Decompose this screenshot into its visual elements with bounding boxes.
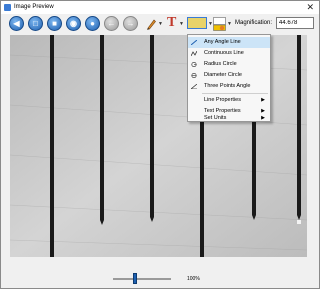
measure-menu: Any Angle Line Continuous Line Radius Ci… (187, 34, 271, 122)
menu-item-continuous-line[interactable]: Continuous Line (188, 48, 270, 59)
measure-tool-icon[interactable] (187, 17, 207, 29)
diameter-circle-icon (191, 73, 197, 78)
three-points-angle-icon (191, 84, 197, 89)
color-picker-icon[interactable] (213, 17, 226, 31)
magnification-label: Magnification: (235, 20, 273, 26)
radius-circle-icon (191, 62, 197, 67)
menu-item-three-points-angle[interactable]: Three Points Angle (188, 81, 270, 92)
open-icon[interactable]: □ (28, 16, 43, 31)
capture-icon[interactable]: ◉ (66, 16, 81, 31)
zoom-slider-track[interactable] (113, 278, 171, 280)
menu-item-line-properties[interactable]: Line Properties ▶ (188, 95, 270, 106)
pencil-icon[interactable] (146, 18, 156, 30)
continuous-line-icon (191, 51, 197, 56)
menu-separator (202, 93, 268, 94)
window-title: Image Preview (14, 4, 54, 10)
zoom-slider-thumb[interactable] (133, 273, 137, 284)
menu-item-set-units[interactable]: Set Units ▶ (188, 115, 270, 121)
menu-item-radius-circle[interactable]: Radius Circle (188, 59, 270, 70)
pencil-dropdown-icon[interactable]: ▼ (158, 21, 163, 27)
redo-icon[interactable]: → (123, 16, 138, 31)
title-bar: Image Preview ✕ (1, 1, 319, 14)
menu-item-diameter-circle[interactable]: Diameter Circle (188, 70, 270, 81)
rewind-icon[interactable]: ◀ (9, 16, 24, 31)
submenu-arrow-icon: ▶ (261, 97, 265, 103)
menu-item-any-angle-line[interactable]: Any Angle Line (188, 37, 270, 48)
close-icon[interactable]: ✕ (306, 2, 314, 12)
record-icon[interactable]: ● (85, 16, 100, 31)
text-tool-icon[interactable]: T (167, 15, 176, 31)
save-icon[interactable]: ■ (47, 16, 62, 31)
status-bar: 100% (1, 266, 319, 288)
magnification-input[interactable] (276, 17, 314, 29)
submenu-arrow-icon: ▶ (261, 115, 265, 121)
toolbar: ◀ □ ■ ◉ ● ← → ▼ T ▼ ▼ ▼ Magnification: (1, 14, 319, 34)
app-icon (4, 4, 11, 11)
zoom-level: 100% (187, 276, 200, 282)
undo-icon[interactable]: ← (104, 16, 119, 31)
text-dropdown-icon[interactable]: ▼ (179, 21, 184, 27)
angle-line-icon (191, 40, 197, 45)
color-dropdown-icon[interactable]: ▼ (227, 21, 232, 27)
image-preview-window: Image Preview ✕ ◀ □ ■ ◉ ● ← → ▼ T ▼ ▼ ▼ … (0, 0, 320, 289)
